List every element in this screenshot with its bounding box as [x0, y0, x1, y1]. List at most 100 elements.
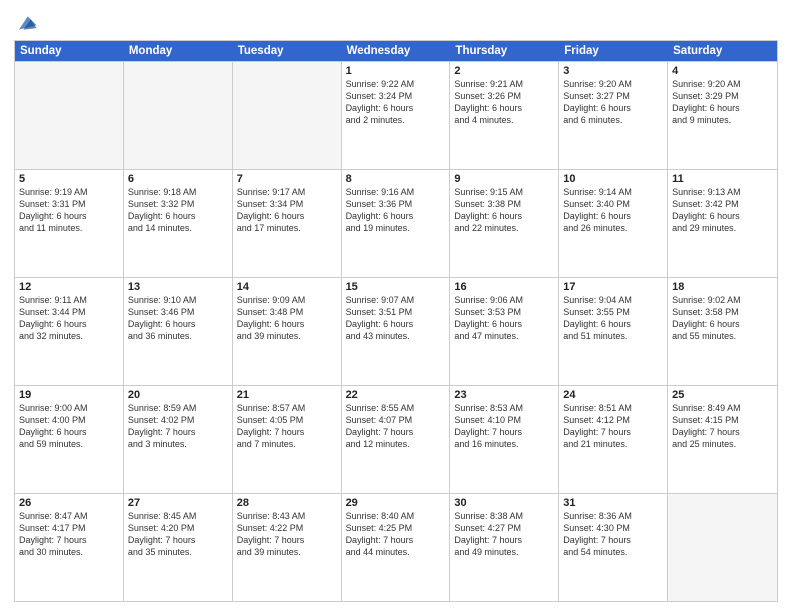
day-cell-30: 30Sunrise: 8:38 AM Sunset: 4:27 PM Dayli… — [450, 494, 559, 601]
day-number: 23 — [454, 389, 554, 401]
day-number: 16 — [454, 281, 554, 293]
day-cell-22: 22Sunrise: 8:55 AM Sunset: 4:07 PM Dayli… — [342, 386, 451, 493]
day-info: Sunrise: 9:10 AM Sunset: 3:46 PM Dayligh… — [128, 294, 228, 343]
day-number: 31 — [563, 497, 663, 509]
calendar-row-4: 26Sunrise: 8:47 AM Sunset: 4:17 PM Dayli… — [15, 493, 777, 601]
calendar-header: SundayMondayTuesdayWednesdayThursdayFrid… — [15, 41, 777, 61]
day-info: Sunrise: 9:00 AM Sunset: 4:00 PM Dayligh… — [19, 402, 119, 451]
day-info: Sunrise: 9:17 AM Sunset: 3:34 PM Dayligh… — [237, 186, 337, 235]
calendar-row-1: 5Sunrise: 9:19 AM Sunset: 3:31 PM Daylig… — [15, 169, 777, 277]
empty-cell — [668, 494, 777, 601]
day-number: 13 — [128, 281, 228, 293]
day-cell-16: 16Sunrise: 9:06 AM Sunset: 3:53 PM Dayli… — [450, 278, 559, 385]
day-cell-7: 7Sunrise: 9:17 AM Sunset: 3:34 PM Daylig… — [233, 170, 342, 277]
day-number: 10 — [563, 173, 663, 185]
day-cell-11: 11Sunrise: 9:13 AM Sunset: 3:42 PM Dayli… — [668, 170, 777, 277]
day-info: Sunrise: 8:47 AM Sunset: 4:17 PM Dayligh… — [19, 510, 119, 559]
header — [14, 10, 778, 34]
day-cell-31: 31Sunrise: 8:36 AM Sunset: 4:30 PM Dayli… — [559, 494, 668, 601]
day-cell-2: 2Sunrise: 9:21 AM Sunset: 3:26 PM Daylig… — [450, 62, 559, 169]
day-info: Sunrise: 9:21 AM Sunset: 3:26 PM Dayligh… — [454, 78, 554, 127]
day-number: 28 — [237, 497, 337, 509]
day-info: Sunrise: 8:49 AM Sunset: 4:15 PM Dayligh… — [672, 402, 773, 451]
day-number: 21 — [237, 389, 337, 401]
day-info: Sunrise: 8:43 AM Sunset: 4:22 PM Dayligh… — [237, 510, 337, 559]
day-info: Sunrise: 9:19 AM Sunset: 3:31 PM Dayligh… — [19, 186, 119, 235]
empty-cell — [15, 62, 124, 169]
page: SundayMondayTuesdayWednesdayThursdayFrid… — [0, 0, 792, 612]
day-info: Sunrise: 8:45 AM Sunset: 4:20 PM Dayligh… — [128, 510, 228, 559]
header-day-wednesday: Wednesday — [342, 41, 451, 61]
day-cell-13: 13Sunrise: 9:10 AM Sunset: 3:46 PM Dayli… — [124, 278, 233, 385]
day-info: Sunrise: 9:09 AM Sunset: 3:48 PM Dayligh… — [237, 294, 337, 343]
day-number: 22 — [346, 389, 446, 401]
day-cell-28: 28Sunrise: 8:43 AM Sunset: 4:22 PM Dayli… — [233, 494, 342, 601]
day-info: Sunrise: 9:22 AM Sunset: 3:24 PM Dayligh… — [346, 78, 446, 127]
day-cell-10: 10Sunrise: 9:14 AM Sunset: 3:40 PM Dayli… — [559, 170, 668, 277]
day-cell-23: 23Sunrise: 8:53 AM Sunset: 4:10 PM Dayli… — [450, 386, 559, 493]
day-info: Sunrise: 9:20 AM Sunset: 3:29 PM Dayligh… — [672, 78, 773, 127]
day-cell-27: 27Sunrise: 8:45 AM Sunset: 4:20 PM Dayli… — [124, 494, 233, 601]
day-number: 24 — [563, 389, 663, 401]
day-number: 18 — [672, 281, 773, 293]
day-number: 6 — [128, 173, 228, 185]
calendar-body: 1Sunrise: 9:22 AM Sunset: 3:24 PM Daylig… — [15, 61, 777, 601]
day-info: Sunrise: 9:04 AM Sunset: 3:55 PM Dayligh… — [563, 294, 663, 343]
day-info: Sunrise: 9:15 AM Sunset: 3:38 PM Dayligh… — [454, 186, 554, 235]
day-info: Sunrise: 8:55 AM Sunset: 4:07 PM Dayligh… — [346, 402, 446, 451]
day-number: 26 — [19, 497, 119, 509]
header-day-monday: Monday — [124, 41, 233, 61]
day-info: Sunrise: 9:13 AM Sunset: 3:42 PM Dayligh… — [672, 186, 773, 235]
calendar-row-0: 1Sunrise: 9:22 AM Sunset: 3:24 PM Daylig… — [15, 61, 777, 169]
day-number: 29 — [346, 497, 446, 509]
day-cell-14: 14Sunrise: 9:09 AM Sunset: 3:48 PM Dayli… — [233, 278, 342, 385]
day-info: Sunrise: 8:38 AM Sunset: 4:27 PM Dayligh… — [454, 510, 554, 559]
day-info: Sunrise: 9:06 AM Sunset: 3:53 PM Dayligh… — [454, 294, 554, 343]
day-cell-24: 24Sunrise: 8:51 AM Sunset: 4:12 PM Dayli… — [559, 386, 668, 493]
logo-icon — [16, 12, 38, 34]
day-cell-20: 20Sunrise: 8:59 AM Sunset: 4:02 PM Dayli… — [124, 386, 233, 493]
day-number: 27 — [128, 497, 228, 509]
calendar-row-3: 19Sunrise: 9:00 AM Sunset: 4:00 PM Dayli… — [15, 385, 777, 493]
day-info: Sunrise: 8:36 AM Sunset: 4:30 PM Dayligh… — [563, 510, 663, 559]
day-number: 15 — [346, 281, 446, 293]
day-info: Sunrise: 9:07 AM Sunset: 3:51 PM Dayligh… — [346, 294, 446, 343]
day-cell-8: 8Sunrise: 9:16 AM Sunset: 3:36 PM Daylig… — [342, 170, 451, 277]
day-info: Sunrise: 9:02 AM Sunset: 3:58 PM Dayligh… — [672, 294, 773, 343]
header-day-saturday: Saturday — [668, 41, 777, 61]
calendar-row-2: 12Sunrise: 9:11 AM Sunset: 3:44 PM Dayli… — [15, 277, 777, 385]
logo — [14, 14, 38, 34]
day-number: 5 — [19, 173, 119, 185]
day-cell-3: 3Sunrise: 9:20 AM Sunset: 3:27 PM Daylig… — [559, 62, 668, 169]
day-number: 7 — [237, 173, 337, 185]
day-cell-15: 15Sunrise: 9:07 AM Sunset: 3:51 PM Dayli… — [342, 278, 451, 385]
day-cell-6: 6Sunrise: 9:18 AM Sunset: 3:32 PM Daylig… — [124, 170, 233, 277]
day-info: Sunrise: 9:18 AM Sunset: 3:32 PM Dayligh… — [128, 186, 228, 235]
calendar: SundayMondayTuesdayWednesdayThursdayFrid… — [14, 40, 778, 602]
day-number: 30 — [454, 497, 554, 509]
day-number: 11 — [672, 173, 773, 185]
day-cell-18: 18Sunrise: 9:02 AM Sunset: 3:58 PM Dayli… — [668, 278, 777, 385]
day-number: 17 — [563, 281, 663, 293]
header-day-friday: Friday — [559, 41, 668, 61]
day-cell-4: 4Sunrise: 9:20 AM Sunset: 3:29 PM Daylig… — [668, 62, 777, 169]
day-info: Sunrise: 8:59 AM Sunset: 4:02 PM Dayligh… — [128, 402, 228, 451]
day-cell-17: 17Sunrise: 9:04 AM Sunset: 3:55 PM Dayli… — [559, 278, 668, 385]
day-info: Sunrise: 8:51 AM Sunset: 4:12 PM Dayligh… — [563, 402, 663, 451]
day-cell-12: 12Sunrise: 9:11 AM Sunset: 3:44 PM Dayli… — [15, 278, 124, 385]
day-info: Sunrise: 9:14 AM Sunset: 3:40 PM Dayligh… — [563, 186, 663, 235]
empty-cell — [124, 62, 233, 169]
day-cell-1: 1Sunrise: 9:22 AM Sunset: 3:24 PM Daylig… — [342, 62, 451, 169]
day-cell-25: 25Sunrise: 8:49 AM Sunset: 4:15 PM Dayli… — [668, 386, 777, 493]
day-number: 12 — [19, 281, 119, 293]
day-cell-5: 5Sunrise: 9:19 AM Sunset: 3:31 PM Daylig… — [15, 170, 124, 277]
empty-cell — [233, 62, 342, 169]
day-info: Sunrise: 9:11 AM Sunset: 3:44 PM Dayligh… — [19, 294, 119, 343]
day-number: 4 — [672, 65, 773, 77]
header-day-tuesday: Tuesday — [233, 41, 342, 61]
day-number: 20 — [128, 389, 228, 401]
day-number: 25 — [672, 389, 773, 401]
day-cell-26: 26Sunrise: 8:47 AM Sunset: 4:17 PM Dayli… — [15, 494, 124, 601]
day-cell-29: 29Sunrise: 8:40 AM Sunset: 4:25 PM Dayli… — [342, 494, 451, 601]
day-number: 14 — [237, 281, 337, 293]
